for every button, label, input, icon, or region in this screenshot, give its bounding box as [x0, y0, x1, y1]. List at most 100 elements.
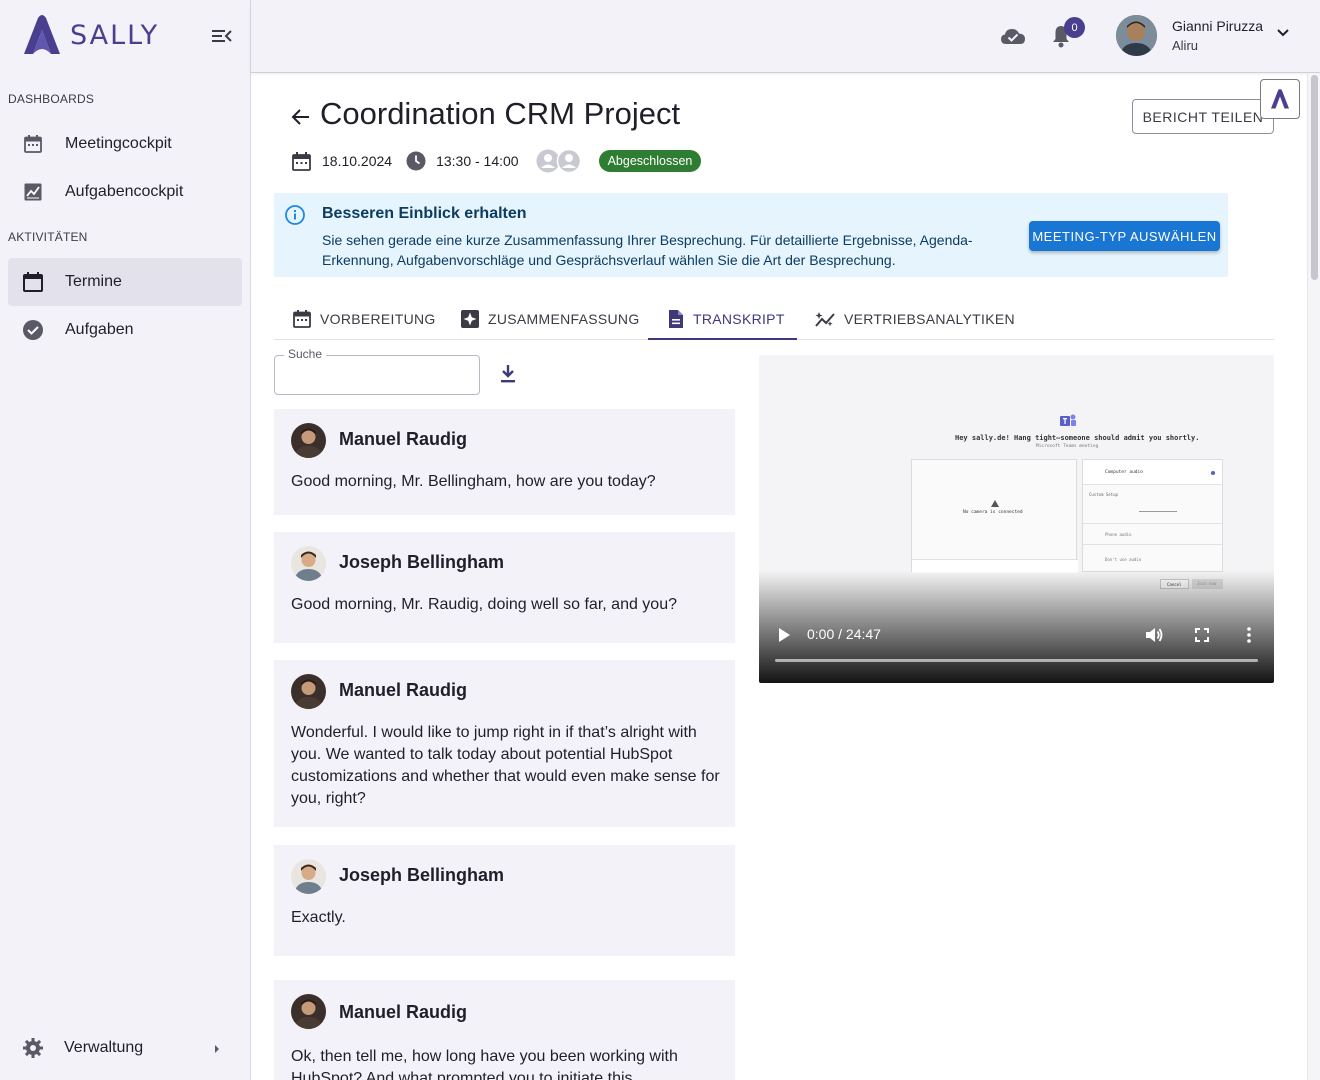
video-screen-subline: Microsoft Teams meeting — [1036, 444, 1099, 449]
speaker-name: Manuel Raudig — [339, 1002, 468, 1022]
user-avatar[interactable] — [1116, 15, 1157, 56]
speaker-avatar — [291, 994, 326, 1029]
transcript-message: Joseph Bellingham Exactly. — [274, 845, 735, 956]
top-bar: 0 Gianni Piruzza Aliru — [251, 0, 1320, 73]
message-text: Wonderful. I would like to jump right in… — [291, 724, 720, 807]
video-audio-options: Computer audio Custom Setup Phone audio … — [1082, 459, 1223, 572]
transcript-message: Joseph Bellingham Good morning, Mr. Raud… — [274, 532, 735, 643]
sidebar-item-meetingcockpit[interactable]: Meetingcockpit — [8, 120, 242, 168]
speaker-avatar — [291, 546, 326, 581]
tab-transkript[interactable]: TRANSKRIPT — [667, 298, 785, 340]
video-audio-option: Phone audio — [1105, 532, 1132, 537]
video-screen-headline: Hey sally.de! Hang tight—someone should … — [955, 434, 1200, 442]
message-text: Ok, then tell me, how long have you been… — [291, 1048, 678, 1080]
tab-vorbereitung[interactable]: VORBEREITUNG — [292, 298, 436, 340]
more-options-icon[interactable] — [1246, 626, 1252, 649]
transcript-message: Manuel Raudig Ok, then tell me, how long… — [274, 980, 735, 1080]
message-text: Good morning, Mr. Bellingham, how are yo… — [291, 473, 656, 490]
sally-assistant-button[interactable] — [1260, 79, 1300, 119]
section-label-aktivitaeten: AKTIVITÄTEN — [8, 230, 88, 244]
meeting-meta: 18.10.2024 13:30 - 14:00 Abgeschlossen — [291, 148, 702, 174]
page-scrollbar[interactable] — [1307, 73, 1320, 1080]
warning-icon — [991, 500, 999, 507]
notification-badge: 0 — [1064, 17, 1085, 38]
calendar-icon — [22, 133, 44, 155]
tab-label: VORBEREITUNG — [320, 311, 436, 327]
speaker-avatar — [291, 674, 326, 709]
status-badge: Abgeschlossen — [598, 150, 702, 172]
tab-vertriebsanalytiken[interactable]: VERTRIEBSANALYTIKEN — [814, 298, 1015, 340]
info-icon — [284, 204, 306, 231]
document-icon — [667, 309, 685, 329]
meeting-tabs: VORBEREITUNG ZUSAMMENFASSUNG TRANSKRIPT … — [274, 298, 1274, 340]
scrollbar-thumb[interactable] — [1311, 75, 1318, 280]
select-meeting-type-button[interactable]: MEETING-TYP AUSWÄHLEN — [1029, 221, 1220, 251]
sidebar-item-verwaltung[interactable]: Verwaltung — [8, 1024, 242, 1072]
tab-label: VERTRIEBSANALYTIKEN — [844, 311, 1015, 327]
sidebar-item-label: Verwaltung — [64, 1039, 144, 1056]
speaker-name: Joseph Bellingham — [339, 552, 505, 572]
user-name: Gianni Piruzza — [1172, 18, 1264, 34]
calendar-icon — [292, 309, 312, 329]
fullscreen-icon[interactable] — [1194, 627, 1210, 648]
video-audio-option: Custom Setup — [1089, 492, 1118, 497]
calendar-icon — [22, 271, 44, 293]
check-circle-icon — [22, 319, 44, 341]
speaker-name: Joseph Bellingham — [339, 865, 505, 885]
back-arrow-icon[interactable] — [289, 105, 313, 134]
sidebar-item-aufgaben[interactable]: Aufgaben — [8, 306, 242, 354]
volume-icon[interactable] — [1144, 626, 1164, 649]
sidebar-item-label: Termine — [65, 273, 122, 290]
search-label: Suche — [284, 347, 327, 361]
sally-logo-icon — [1271, 89, 1289, 109]
speaker-avatar — [291, 423, 326, 458]
message-text: Good morning, Mr. Raudig, doing well so … — [291, 596, 677, 613]
play-icon[interactable] — [777, 627, 791, 648]
active-tab-indicator — [648, 338, 797, 340]
video-player[interactable]: Hey sally.de! Hang tight—someone should … — [759, 355, 1274, 683]
cloud-sync-icon[interactable] — [1000, 26, 1026, 51]
app-logo[interactable]: SALLY — [20, 14, 159, 56]
banner-text: Sie sehen gerade eine kurze Zusammenfass… — [322, 232, 973, 268]
chart-icon — [22, 181, 44, 203]
section-label-dashboards: DASHBOARDS — [8, 92, 95, 106]
page-title: Coordination CRM Project — [320, 96, 681, 131]
clock-icon — [406, 151, 426, 171]
share-report-button[interactable]: BERICHT TEILEN — [1132, 99, 1274, 134]
transcript-message: Manuel Raudig Good morning, Mr. Bellingh… — [274, 409, 735, 515]
sparkle-icon — [460, 309, 480, 329]
sally-logo-icon — [24, 15, 60, 54]
video-progress-bar[interactable] — [775, 659, 1258, 662]
tab-label: ZUSAMMENFASSUNG — [488, 311, 640, 327]
tab-label: TRANSKRIPT — [693, 311, 785, 327]
sidebar-item-termine[interactable]: Termine — [8, 258, 242, 306]
user-organization: Aliru — [1172, 38, 1199, 53]
transcript-message: Manuel Raudig Wonderful. I would like to… — [274, 660, 735, 827]
teams-icon — [1060, 414, 1076, 426]
sidebar-item-aufgabencockpit[interactable]: Aufgabencockpit — [8, 168, 242, 216]
meeting-time: 13:30 - 14:00 — [436, 153, 519, 169]
banner-title: Besseren Einblick erhalten — [322, 205, 527, 222]
download-icon[interactable] — [497, 363, 519, 390]
video-camera-text: No camera is connected — [963, 510, 1023, 515]
video-camera-preview: No camera is connected — [911, 459, 1078, 573]
speaker-avatar — [291, 859, 326, 894]
collapse-sidebar-button[interactable] — [210, 26, 234, 46]
sidebar: SALLY DASHBOARDS Meetingcockpit Aufgaben… — [0, 0, 251, 1080]
chevron-right-icon — [213, 1042, 221, 1060]
logo-text: SALLY — [70, 19, 160, 51]
video-audio-option: Don't use audio — [1105, 557, 1142, 562]
tab-zusammenfassung[interactable]: ZUSAMMENFASSUNG — [460, 298, 640, 340]
chevron-down-icon[interactable] — [1276, 26, 1290, 45]
sidebar-item-label: Aufgaben — [65, 321, 134, 338]
sidebar-item-label: Aufgabencockpit — [65, 183, 184, 200]
video-time: 0:00 / 24:47 — [807, 626, 881, 642]
participants-icon[interactable] — [536, 149, 582, 173]
analytics-icon — [814, 309, 836, 329]
gear-icon — [22, 1037, 44, 1059]
meeting-date: 18.10.2024 — [322, 153, 393, 169]
message-text: Exactly. — [291, 909, 346, 926]
calendar-icon — [291, 151, 312, 172]
sidebar-item-label: Meetingcockpit — [65, 135, 172, 152]
transcript-search-input[interactable] — [274, 355, 480, 395]
